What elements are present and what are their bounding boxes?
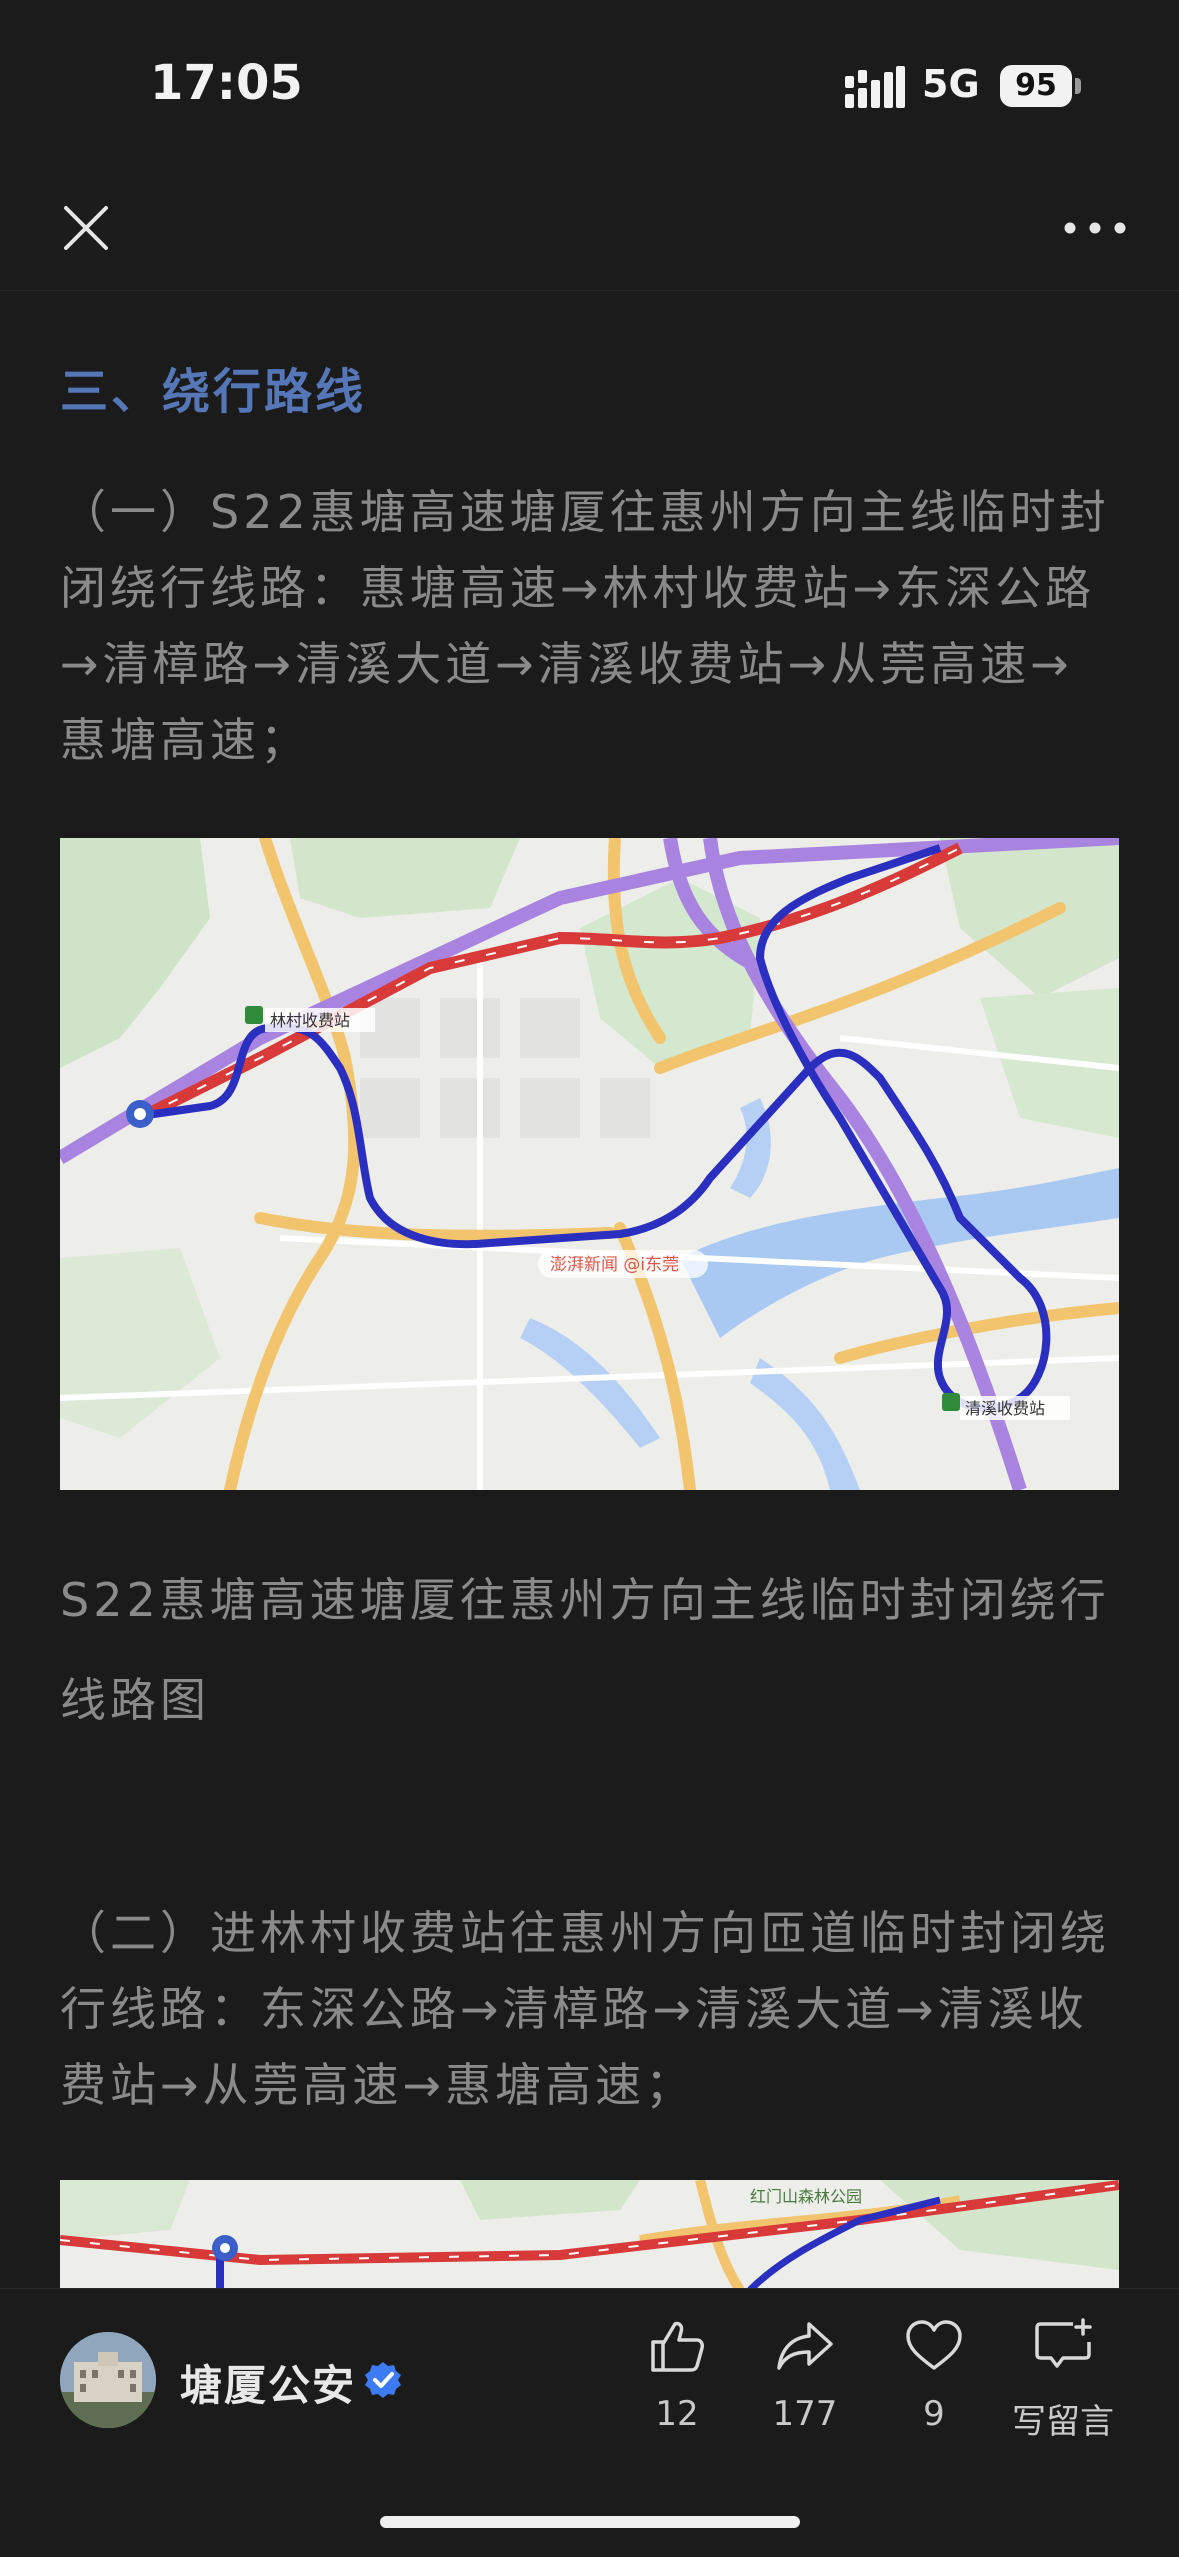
signal-icon (845, 66, 905, 108)
more-icon[interactable] (1060, 200, 1130, 256)
like-icon (651, 2321, 704, 2372)
qingxi-toll-marker: 清溪收费站 (942, 1393, 1070, 1420)
svg-text:澎湃新闻 @i东莞: 澎湃新闻 @i东莞 (550, 1255, 679, 1275)
share-button[interactable]: 177 (745, 2318, 865, 2434)
section-title: 三、绕行路线 (60, 364, 367, 420)
like-count: 12 (655, 2394, 699, 2434)
detour-route-2: （二）进林村收费站往惠州方向匝道临时封闭绕行线路：东深公路→清樟路→清溪大道→清… (60, 1906, 1110, 2112)
svg-text:林村收费站: 林村收费站 (270, 1011, 350, 1030)
verified-icon (365, 2362, 401, 2398)
comment-icon (1035, 2318, 1092, 2368)
nav-bar (0, 175, 1179, 291)
status-bar: 17:05 5G 95 (0, 0, 1179, 175)
comment-label: 写留言 (1012, 2402, 1114, 2442)
favorite-button[interactable]: 9 (874, 2318, 994, 2434)
author-avatar[interactable] (60, 2332, 156, 2428)
heart-icon (906, 2320, 962, 2370)
share-icon (777, 2322, 833, 2370)
detour-map-2[interactable]: 红门山森林公园 (60, 2180, 1119, 2290)
close-icon[interactable] (58, 200, 114, 256)
map-graphic: 林村收费站 清溪收费站 澎湃新闻 @i东莞 (60, 838, 1119, 1490)
battery-level: 95 (1000, 65, 1072, 107)
battery-icon (1075, 78, 1081, 94)
like-button[interactable]: 12 (617, 2318, 737, 2434)
map-caption: S22惠塘高速塘厦往惠州方向主线临时封闭绕行线路图 (60, 1573, 1110, 1727)
detour-route-1: （一）S22惠塘高速塘厦往惠州方向主线临时封闭绕行线路：惠塘高速→林村收费站→东… (60, 485, 1110, 767)
map-graphic-2: 红门山森林公园 (60, 2180, 1119, 2290)
building-avatar-image (60, 2332, 156, 2428)
author-name[interactable]: 塘厦公安 (180, 2352, 356, 2413)
network-type: 5G (922, 62, 980, 106)
svg-text:清溪收费站: 清溪收费站 (965, 1399, 1045, 1418)
status-time: 17:05 (150, 55, 303, 111)
share-count: 177 (772, 2394, 838, 2434)
detour-map-1[interactable]: 林村收费站 清溪收费站 澎湃新闻 @i东莞 (60, 838, 1119, 1490)
home-indicator[interactable] (380, 2516, 800, 2528)
favorite-count: 9 (923, 2394, 945, 2434)
svg-text:红门山森林公园: 红门山森林公园 (750, 2187, 862, 2206)
comment-button[interactable]: 写留言 (1003, 2318, 1123, 2443)
